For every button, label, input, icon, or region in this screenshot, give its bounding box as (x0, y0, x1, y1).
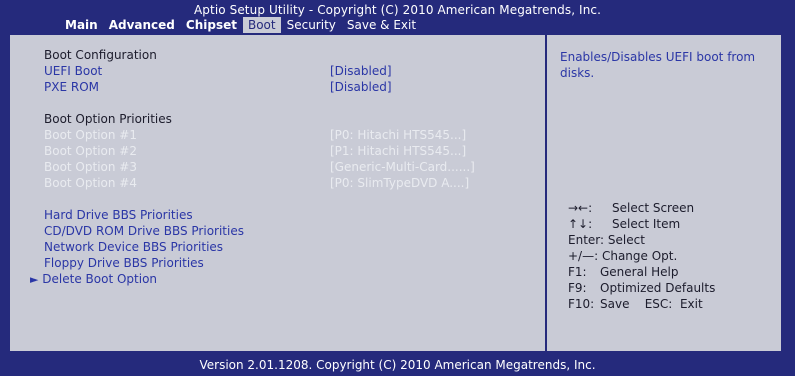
help-description: Enables/Disables UEFI boot from disks. (560, 50, 756, 80)
boot-option-1-value[interactable]: [P0: Hitachi HTS545...] (330, 128, 466, 142)
setup-title: Aptio Setup Utility - Copyright (C) 2010… (193, 3, 602, 17)
legend-enter: Enter: Select (568, 232, 715, 248)
key-legend: →←: Select Screen ↑↓: Select Item Enter: S… (568, 200, 715, 312)
legend-select-screen-desc: Select Screen (612, 201, 695, 215)
legend-f10: F10: Save ESC: Exit (568, 296, 715, 312)
legend-f10-key: F10: (568, 297, 595, 311)
delete-boot-option-label: Delete Boot Option (42, 272, 158, 286)
legend-f1-desc: General Help (600, 265, 679, 279)
boot-option-priorities-heading: Boot Option Priorities (44, 112, 172, 126)
tab-chipset[interactable]: Chipset (181, 17, 242, 33)
delete-boot-option[interactable]: ► Delete Boot Option (30, 272, 157, 287)
legend-f9-desc: Optimized Defaults (600, 281, 716, 295)
uefi-boot-label[interactable]: UEFI Boot (44, 64, 102, 78)
tab-bar: Main Advanced Chipset Boot Security Save… (60, 17, 422, 33)
legend-f9: F9: Optimized Defaults (568, 280, 715, 296)
pxe-rom-label[interactable]: PXE ROM (44, 80, 99, 94)
left-right-arrows-icon: →←: (568, 201, 593, 215)
title-bar: Aptio Setup Utility - Copyright (C) 2010… (0, 0, 795, 34)
boot-option-2-value[interactable]: [P1: Hitachi HTS545...] (330, 144, 466, 158)
tab-advanced[interactable]: Advanced (104, 17, 180, 33)
legend-change-opt-desc: Change Opt. (601, 249, 678, 263)
legend-f10-desc: Save ESC: Exit (600, 297, 703, 311)
legend-enter-desc: Select (607, 233, 645, 247)
pxe-rom-value[interactable]: [Disabled] (330, 80, 392, 94)
uefi-boot-value[interactable]: [Disabled] (330, 64, 392, 78)
legend-f1: F1: General Help (568, 264, 715, 280)
version-footer: Version 2.01.1208. Copyright (C) 2010 Am… (199, 358, 596, 372)
boot-configuration-heading: Boot Configuration (44, 48, 157, 62)
cd-dvd-rom-bbs-priorities[interactable]: CD/DVD ROM Drive BBS Priorities (44, 224, 244, 238)
boot-option-4-value[interactable]: [P0: SlimTypeDVD A....] (330, 176, 469, 190)
legend-change-opt-key: +/—: (568, 249, 599, 263)
boot-option-4-label[interactable]: Boot Option #4 (44, 176, 137, 190)
boot-option-3-value[interactable]: [Generic-Multi-Card......] (330, 160, 475, 174)
boot-option-2-label[interactable]: Boot Option #2 (44, 144, 137, 158)
legend-enter-key: Enter: (568, 233, 605, 247)
hard-drive-bbs-priorities[interactable]: Hard Drive BBS Priorities (44, 208, 193, 222)
network-device-bbs-priorities[interactable]: Network Device BBS Priorities (44, 240, 223, 254)
legend-change-opt: +/—: Change Opt. (568, 248, 715, 264)
legend-f1-key: F1: (568, 265, 587, 279)
legend-select-screen: →←: Select Screen (568, 200, 715, 216)
panel-divider (545, 35, 547, 351)
tab-boot[interactable]: Boot (242, 17, 281, 33)
legend-select-item-desc: Select Item (612, 217, 681, 231)
tab-security[interactable]: Security (282, 17, 341, 33)
boot-option-1-label[interactable]: Boot Option #1 (44, 128, 137, 142)
floppy-drive-bbs-priorities[interactable]: Floppy Drive BBS Priorities (44, 256, 204, 270)
submenu-pointer-icon: ► (30, 273, 39, 286)
up-down-arrows-icon: ↑↓: (568, 217, 593, 231)
legend-select-item: ↑↓: Select Item (568, 216, 715, 232)
boot-option-3-label[interactable]: Boot Option #3 (44, 160, 137, 174)
main-panel: Boot Configuration UEFI Boot [Disabled] … (8, 33, 783, 353)
legend-f9-key: F9: (568, 281, 587, 295)
tab-main[interactable]: Main (60, 17, 103, 33)
tab-save-exit[interactable]: Save & Exit (342, 17, 421, 33)
